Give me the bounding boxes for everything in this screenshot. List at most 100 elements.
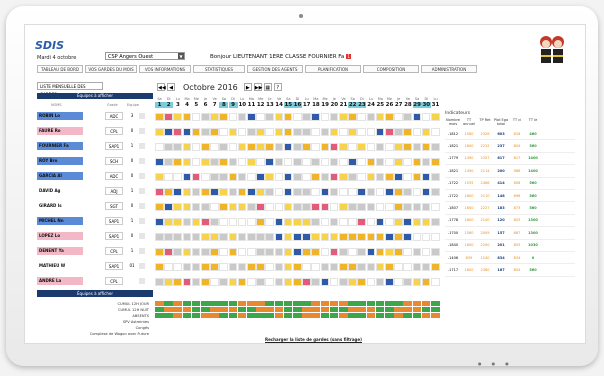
planning-cell[interactable]	[329, 263, 339, 271]
planning-cell[interactable]	[164, 233, 173, 241]
planning-cell[interactable]	[311, 203, 320, 211]
planning-cell[interactable]	[228, 248, 238, 256]
planning-cell[interactable]	[191, 233, 201, 241]
planning-cell[interactable]	[173, 248, 182, 256]
person-row[interactable]: GARCIA Al ADC 0	[37, 171, 153, 181]
planning-cell[interactable]	[394, 278, 403, 286]
planning-cell[interactable]	[357, 248, 366, 256]
day-number[interactable]: 11	[247, 102, 256, 108]
planning-cell[interactable]	[375, 248, 385, 256]
planning-cell[interactable]	[219, 158, 228, 166]
planning-cell[interactable]	[210, 233, 219, 241]
planning-cell[interactable]	[173, 143, 182, 151]
planning-cell[interactable]	[302, 203, 311, 211]
person-row[interactable]: FOURNIER Fa SAP1 1	[37, 141, 153, 151]
planning-cell[interactable]	[403, 143, 412, 151]
centre-select[interactable]: CSP Angers Ouest ▼	[105, 52, 185, 60]
planning-cell[interactable]	[311, 248, 320, 256]
planning-cell[interactable]	[191, 143, 201, 151]
planning-cell[interactable]	[265, 113, 274, 121]
person-row[interactable]: GIRARD Is SGT 0	[37, 201, 153, 211]
planning-cell[interactable]	[155, 203, 164, 211]
day-number[interactable]: 6	[201, 102, 210, 108]
planning-cell[interactable]	[302, 188, 311, 196]
planning-cell[interactable]	[366, 248, 376, 256]
planning-cell[interactable]	[329, 233, 339, 241]
planning-cell[interactable]	[210, 248, 219, 256]
planning-cell[interactable]	[366, 263, 376, 271]
planning-cell[interactable]	[283, 203, 293, 211]
planning-cell[interactable]	[385, 263, 394, 271]
planning-cell[interactable]	[431, 188, 440, 196]
planning-cell[interactable]	[219, 173, 228, 181]
planning-cell[interactable]	[394, 233, 403, 241]
person-name[interactable]: ROY Bro	[37, 157, 83, 165]
planning-cell[interactable]	[412, 143, 422, 151]
info-icon[interactable]	[139, 173, 145, 179]
planning-cell[interactable]	[164, 263, 173, 271]
planning-cell[interactable]	[210, 278, 219, 286]
planning-cell[interactable]	[256, 113, 265, 121]
planning-cell[interactable]	[366, 203, 376, 211]
planning-cell[interactable]	[339, 278, 348, 286]
planning-cell[interactable]	[256, 173, 265, 181]
planning-cell[interactable]	[265, 218, 274, 226]
planning-cell[interactable]	[403, 233, 412, 241]
planning-cell[interactable]	[431, 248, 440, 256]
planning-cell[interactable]	[329, 128, 339, 136]
planning-cell[interactable]	[412, 233, 422, 241]
planning-cell[interactable]	[421, 128, 431, 136]
planning-cell[interactable]	[412, 173, 422, 181]
planning-cell[interactable]	[155, 173, 164, 181]
planning-cell[interactable]	[210, 188, 219, 196]
planning-cell[interactable]	[201, 188, 210, 196]
planning-cell[interactable]	[182, 248, 192, 256]
planning-cell[interactable]	[431, 203, 440, 211]
planning-cell[interactable]	[348, 263, 357, 271]
planning-cell[interactable]	[182, 143, 192, 151]
planning-cell[interactable]	[329, 173, 339, 181]
planning-cell[interactable]	[256, 203, 265, 211]
person-row[interactable]: FAURE Ro CPL 0	[37, 126, 153, 136]
planning-cell[interactable]	[247, 203, 256, 211]
planning-cell[interactable]	[228, 203, 238, 211]
planning-cell[interactable]	[182, 233, 192, 241]
planning-cell[interactable]	[247, 233, 256, 241]
planning-cell[interactable]	[385, 233, 394, 241]
planning-cell[interactable]	[357, 113, 366, 121]
planning-cell[interactable]	[385, 113, 394, 121]
planning-cell[interactable]	[274, 248, 284, 256]
planning-cell[interactable]	[219, 188, 228, 196]
planning-cell[interactable]	[256, 128, 265, 136]
info-icon[interactable]	[139, 263, 145, 269]
planning-cell[interactable]	[228, 218, 238, 226]
planning-cell[interactable]	[237, 263, 247, 271]
planning-cell[interactable]	[348, 203, 357, 211]
planning-cell[interactable]	[366, 113, 376, 121]
planning-cell[interactable]	[385, 173, 394, 181]
notification-badge[interactable]: 1	[346, 54, 351, 59]
planning-cell[interactable]	[394, 263, 403, 271]
planning-cell[interactable]	[265, 233, 274, 241]
info-icon[interactable]	[139, 218, 145, 224]
planning-cell[interactable]	[293, 143, 302, 151]
day-number[interactable]: 26	[385, 102, 394, 108]
planning-cell[interactable]	[375, 278, 385, 286]
planning-cell[interactable]	[320, 158, 330, 166]
day-number[interactable]: 1	[155, 102, 164, 108]
planning-cell[interactable]	[385, 143, 394, 151]
planning-cell[interactable]	[394, 128, 403, 136]
planning-cell[interactable]	[237, 248, 247, 256]
planning-cell[interactable]	[191, 218, 201, 226]
planning-cell[interactable]	[228, 188, 238, 196]
person-row[interactable]: ROY Bro SCH 0	[37, 156, 153, 166]
planning-cell[interactable]	[421, 113, 431, 121]
planning-cell[interactable]	[228, 173, 238, 181]
planning-cell[interactable]	[431, 233, 440, 241]
planning-cell[interactable]	[182, 158, 192, 166]
planning-cell[interactable]	[412, 263, 422, 271]
planning-cell[interactable]	[293, 173, 302, 181]
planning-cell[interactable]	[247, 128, 256, 136]
planning-cell[interactable]	[431, 218, 440, 226]
planning-cell[interactable]	[210, 263, 219, 271]
